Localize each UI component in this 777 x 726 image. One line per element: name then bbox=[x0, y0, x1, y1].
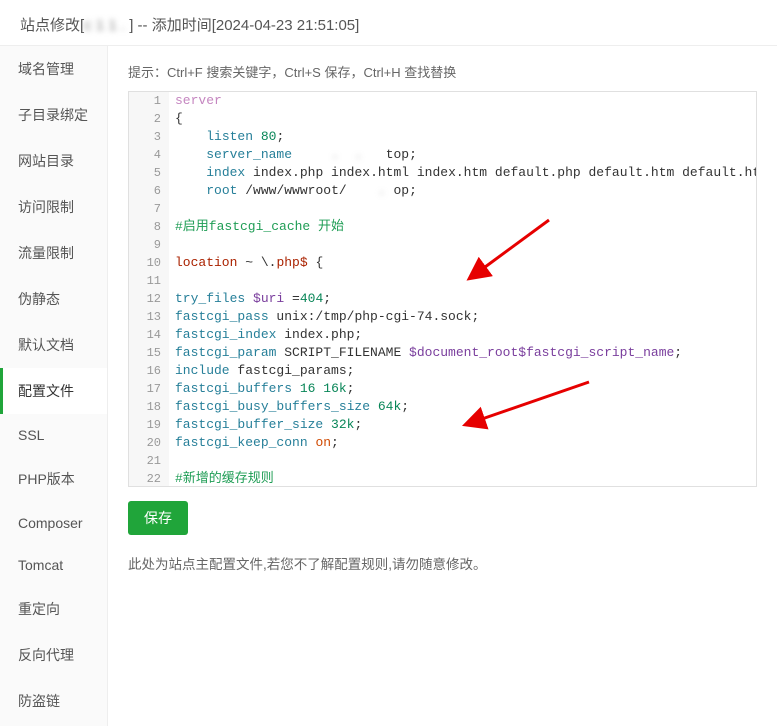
sidebar-item-rewrite[interactable]: 伪静态 bbox=[0, 276, 107, 322]
save-button[interactable]: 保存 bbox=[128, 501, 188, 535]
sidebar-item-ssl[interactable]: SSL bbox=[0, 414, 107, 456]
dialog-title: 站点修改[c 1 1 . ] -- 添加时间[2024-04-23 21:51:… bbox=[0, 0, 777, 46]
sidebar-item-domain[interactable]: 域名管理 bbox=[0, 46, 107, 92]
sidebar: 域名管理子目录绑定网站目录访问限制流量限制伪静态默认文档配置文件SSLPHP版本… bbox=[0, 46, 108, 726]
sidebar-item-access[interactable]: 访问限制 bbox=[0, 184, 107, 230]
sidebar-item-traffic[interactable]: 流量限制 bbox=[0, 230, 107, 276]
sidebar-item-default[interactable]: 默认文档 bbox=[0, 322, 107, 368]
sidebar-item-tomcat[interactable]: Tomcat bbox=[0, 544, 107, 586]
sidebar-item-dir[interactable]: 网站目录 bbox=[0, 138, 107, 184]
main-panel: 提示：Ctrl+F 搜索关键字，Ctrl+S 保存，Ctrl+H 查找替换 1s… bbox=[108, 46, 777, 726]
sidebar-item-subdir[interactable]: 子目录绑定 bbox=[0, 92, 107, 138]
config-editor[interactable]: 1server 2{ 3 listen 80; 4 server_name . … bbox=[128, 91, 757, 487]
sidebar-item-hotlink[interactable]: 防盗链 bbox=[0, 678, 107, 724]
sidebar-item-proxy[interactable]: 反向代理 bbox=[0, 632, 107, 678]
sidebar-item-php[interactable]: PHP版本 bbox=[0, 456, 107, 502]
warning-text: 此处为站点主配置文件,若您不了解配置规则,请勿随意修改。 bbox=[128, 553, 757, 573]
hint-text: 提示：Ctrl+F 搜索关键字，Ctrl+S 保存，Ctrl+H 查找替换 bbox=[128, 62, 757, 81]
sidebar-item-redirect[interactable]: 重定向 bbox=[0, 586, 107, 632]
site-name-blurred: c 1 1 . bbox=[84, 17, 129, 34]
sidebar-item-config[interactable]: 配置文件 bbox=[0, 368, 107, 414]
sidebar-item-composer[interactable]: Composer bbox=[0, 502, 107, 544]
